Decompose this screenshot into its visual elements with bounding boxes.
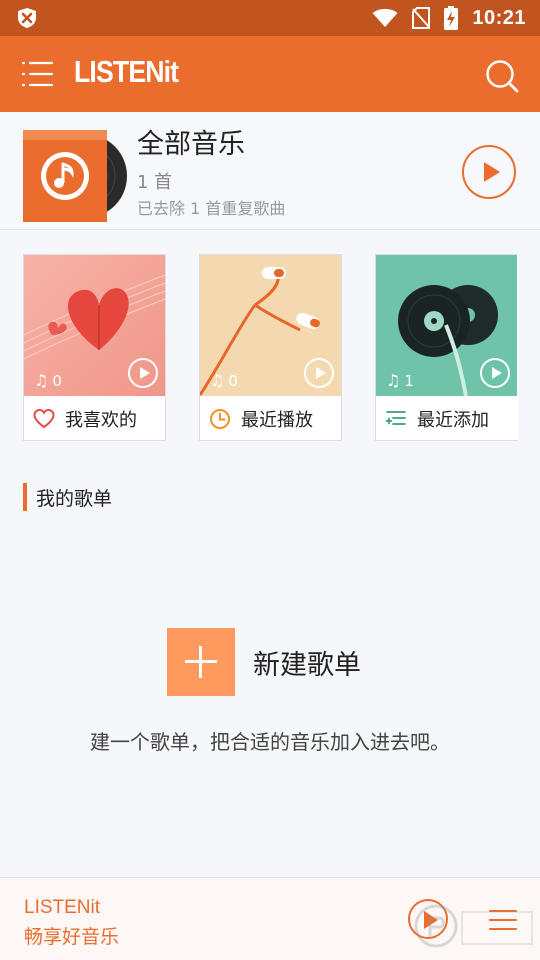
duplicates-removed-note: 已去除 1 首重复歌曲: [137, 199, 286, 218]
queue-list-icon[interactable]: [488, 908, 518, 932]
new-playlist-label[interactable]: 新建歌单: [253, 643, 361, 682]
list-add-icon: [385, 410, 406, 425]
recently-added-count: ♫ 1: [386, 371, 414, 390]
player-title: LISTENit: [24, 897, 101, 918]
all-music-row[interactable]: 全部音乐 1 首 已去除 1 首重复歌曲: [0, 112, 540, 230]
favorites-label-row: 我喜欢的: [24, 396, 165, 441]
app-title: LISTENit: [74, 54, 179, 89]
wifi-icon: [372, 8, 398, 27]
shield-icon: [18, 8, 36, 28]
music-note-icon: ♫: [386, 371, 401, 390]
player-subtitle: 畅享好音乐: [24, 926, 120, 948]
card-recently-played[interactable]: ♫ 0 最近播放: [199, 254, 342, 441]
status-time: 10:21: [472, 6, 526, 29]
card-favorites[interactable]: ♫ 0 我喜欢的: [23, 254, 166, 441]
card-label: 我喜欢的: [65, 409, 137, 431]
section-title: 我的歌单: [36, 487, 113, 510]
no-sim-icon: [412, 7, 431, 29]
mini-player[interactable]: LISTENit 畅享好音乐: [0, 877, 540, 960]
favorites-count: ♫ 0: [34, 371, 62, 390]
play-favorites-button[interactable]: [128, 358, 158, 388]
new-playlist-plus-button[interactable]: [167, 628, 235, 696]
music-note-icon: ♫: [210, 371, 225, 390]
menu-icon[interactable]: [22, 60, 54, 88]
battery-charging-icon: [444, 6, 459, 30]
search-icon[interactable]: [484, 58, 520, 94]
music-note-icon: ♫: [34, 371, 49, 390]
status-bar: 10:21: [0, 0, 540, 36]
play-recently-added-button[interactable]: [480, 358, 510, 388]
all-music-cover: [23, 130, 127, 222]
recently-played-label-row: 最近播放: [200, 396, 341, 441]
empty-playlists-hint: 建一个歌单，把合适的音乐加入进去吧。: [90, 730, 450, 754]
heart-icon: [33, 408, 55, 428]
recently-played-count: ♫ 0: [210, 371, 238, 390]
card-label: 最近添加: [417, 409, 489, 431]
play-recently-played-button[interactable]: [304, 358, 334, 388]
all-music-title: 全部音乐: [137, 129, 245, 160]
my-playlists-header: 我的歌单: [23, 483, 112, 511]
section-accent-bar: [23, 483, 27, 511]
recently-added-label-row: 最近添加: [376, 396, 517, 441]
all-music-count: 1 首: [137, 172, 173, 193]
app-bar: LISTENit: [0, 36, 540, 112]
clock-icon: [210, 408, 230, 429]
player-play-button[interactable]: [408, 899, 448, 939]
play-all-button[interactable]: [462, 145, 516, 199]
card-recently-added[interactable]: ♫ 1 最近添加: [375, 254, 518, 441]
card-label: 最近播放: [241, 409, 313, 431]
